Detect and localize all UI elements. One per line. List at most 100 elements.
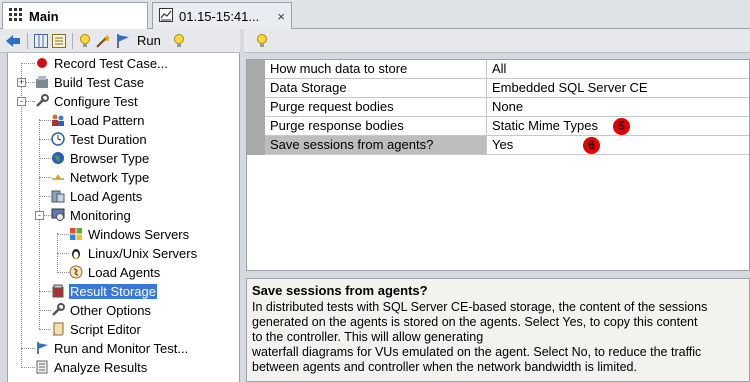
wand-icon[interactable] xyxy=(95,32,111,50)
back-arrow-icon[interactable] xyxy=(5,32,21,50)
tree-item-load-pattern[interactable]: Load Pattern xyxy=(50,111,145,129)
close-icon[interactable]: × xyxy=(277,9,285,24)
tab-report[interactable]: 01.15-15:41... × xyxy=(152,2,292,29)
wrench-icon xyxy=(34,93,50,109)
columns-icon[interactable] xyxy=(34,32,48,50)
property-value[interactable]: None xyxy=(487,98,749,117)
tree-item-browser-type[interactable]: Browser Type xyxy=(50,149,150,167)
clock-icon xyxy=(50,131,66,147)
property-row[interactable]: Purge request bodies None xyxy=(247,98,749,117)
tree-item-label: Run and Monitor Test... xyxy=(54,340,189,356)
property-name: Purge request bodies xyxy=(265,98,487,117)
bulb-icon[interactable] xyxy=(173,32,185,50)
callout-badge: 6 xyxy=(583,137,600,154)
property-row[interactable]: Data Storage Embedded SQL Server CE xyxy=(247,79,749,98)
tree-item-record-test-case[interactable]: Record Test Case... xyxy=(34,54,169,72)
row-gutter xyxy=(247,60,265,79)
tree-item-label: Monitoring xyxy=(70,207,131,223)
record-icon xyxy=(34,55,50,71)
tree-item-label: Record Test Case... xyxy=(54,55,168,71)
globe-icon xyxy=(50,150,66,166)
network-icon xyxy=(50,169,66,185)
property-value[interactable]: All xyxy=(487,60,749,79)
tree-item-result-storage[interactable]: Result Storage xyxy=(50,282,157,300)
run-button[interactable]: Run xyxy=(137,33,161,48)
row-gutter xyxy=(247,79,265,98)
collapse-toggle[interactable]: - xyxy=(35,211,44,220)
tree-item-windows-servers[interactable]: Windows Servers xyxy=(68,225,190,243)
grid-icon xyxy=(9,8,23,25)
tree-item-linux-unix-servers[interactable]: Linux/Unix Servers xyxy=(68,244,198,262)
tree-item-label: Analyze Results xyxy=(54,359,148,375)
tree-item-label: Result Storage xyxy=(69,283,157,299)
property-row-selected[interactable]: Save sessions from agents? Yes 6 xyxy=(247,136,749,155)
tab-main-label: Main xyxy=(29,9,59,24)
property-row[interactable]: How much data to store All xyxy=(247,60,749,79)
windows-icon xyxy=(68,226,84,242)
box-icon xyxy=(34,74,50,90)
property-name: How much data to store xyxy=(265,60,487,79)
tab-main[interactable]: Main xyxy=(2,2,148,30)
flag-icon[interactable] xyxy=(115,32,131,50)
report-icon xyxy=(159,7,173,25)
property-row[interactable]: Purge response bodies Static Mime Types … xyxy=(247,117,749,136)
property-value[interactable]: Embedded SQL Server CE xyxy=(487,79,749,98)
tab-bar: Main 01.15-15:41... × xyxy=(0,0,750,30)
agent-gauge-icon xyxy=(68,264,84,280)
description-panel: Save sessions from agents? In distribute… xyxy=(246,278,750,382)
storage-icon xyxy=(50,283,66,299)
linux-icon xyxy=(68,245,84,261)
panel-splitter[interactable] xyxy=(240,29,244,382)
tree-item-load-agents[interactable]: Load Agents xyxy=(50,187,143,205)
callout-badge: 5 xyxy=(613,118,630,135)
tree-item-label: Script Editor xyxy=(70,321,141,337)
tree-item-other-options[interactable]: Other Options xyxy=(50,301,152,319)
tree-item-script-editor[interactable]: Script Editor xyxy=(50,320,142,338)
property-grid: How much data to store All Data Storage … xyxy=(246,59,750,271)
tree-item-label: Other Options xyxy=(70,302,151,318)
bulb-icon[interactable] xyxy=(79,32,91,50)
tree-item-build-test-case[interactable]: Build Test Case xyxy=(34,73,145,91)
tree-item-configure-test[interactable]: Configure Test xyxy=(34,92,139,110)
test-tree: + - - Record Test Case... Build Test Cas… xyxy=(7,53,240,382)
tree-item-label: Test Duration xyxy=(70,131,147,147)
description-line: In distributed tests with SQL Server CE-… xyxy=(252,300,708,314)
property-name: Data Storage xyxy=(265,79,487,98)
toolbar-separator xyxy=(72,32,73,49)
collapse-toggle[interactable]: - xyxy=(17,97,26,106)
tree-item-label: Network Type xyxy=(70,169,150,185)
script-icon xyxy=(50,321,66,337)
property-value[interactable]: Yes 6 xyxy=(487,136,749,155)
description-line: between agents and controller when the n… xyxy=(252,360,637,374)
tree-item-label: Load Agents xyxy=(88,264,161,280)
tree-item-network-type[interactable]: Network Type xyxy=(50,168,150,186)
agents-icon xyxy=(50,188,66,204)
description-text: In distributed tests with SQL Server CE-… xyxy=(252,300,744,375)
tree-item-monitoring[interactable]: Monitoring xyxy=(50,206,132,224)
tree-item-test-duration[interactable]: Test Duration xyxy=(50,130,148,148)
tree-item-label: Configure Test xyxy=(54,93,138,109)
property-name: Save sessions from agents? xyxy=(265,136,487,155)
tree-item-analyze-results[interactable]: Analyze Results xyxy=(34,358,148,376)
property-name: Purge response bodies xyxy=(265,117,487,136)
toolbar-separator xyxy=(27,32,28,49)
description-line: to the controller. This will allow gener… xyxy=(252,330,484,344)
flag-icon xyxy=(34,340,50,356)
tree-item-run-and-monitor[interactable]: Run and Monitor Test... xyxy=(34,339,189,357)
expand-toggle[interactable]: + xyxy=(17,78,26,87)
bulb-icon[interactable] xyxy=(256,32,268,50)
tree-item-label: Browser Type xyxy=(70,150,150,166)
monitor-icon xyxy=(50,207,66,223)
property-value[interactable]: Static Mime Types 5 xyxy=(487,117,749,136)
tree-item-monitoring-load-agents[interactable]: Load Agents xyxy=(68,263,161,281)
row-gutter xyxy=(247,136,265,155)
tab-report-label: 01.15-15:41... xyxy=(179,8,260,24)
tree-toolbar: Run xyxy=(0,29,240,53)
results-icon xyxy=(34,359,50,375)
list-icon[interactable] xyxy=(52,32,66,50)
description-line: generated on the agents is stored on the… xyxy=(252,315,698,329)
description-line: waterfall diagrams for VUs emulated on t… xyxy=(252,345,702,359)
properties-toolbar xyxy=(244,29,750,53)
users-icon xyxy=(50,112,66,128)
row-gutter xyxy=(247,98,265,117)
